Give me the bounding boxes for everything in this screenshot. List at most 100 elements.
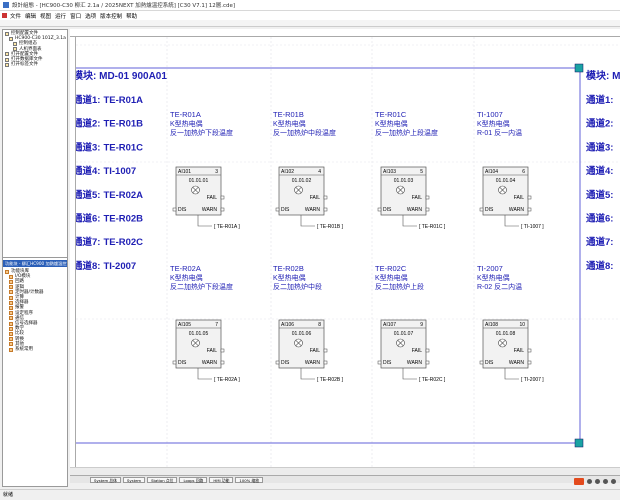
- output-pin[interactable]: [527, 207, 532, 212]
- input-pin[interactable]: [172, 207, 177, 212]
- output-pin[interactable]: [425, 207, 430, 212]
- input-sensor-icon: [294, 338, 303, 348]
- output-pin[interactable]: [527, 348, 532, 353]
- folder-icon: [9, 285, 13, 290]
- block-output-tag: [ TE-R02B ]: [317, 377, 344, 383]
- window-title: 設計組態 - [HC900-C30 柳汇 2.1a / 2025NEXT 加熱爐…: [12, 3, 236, 9]
- ai-function-block[interactable]: TE-R02CK型热电偶反二加热炉上段 AI107 9 01.01.07 FAIL DIS…: [375, 264, 446, 383]
- output-pin[interactable]: [220, 207, 225, 212]
- input-pin[interactable]: [172, 360, 177, 365]
- folder-icon: [9, 311, 13, 316]
- menu-edit[interactable]: 编辑: [25, 12, 36, 20]
- ai-function-block[interactable]: TI-2007K型热电偶R-02 反二内温 AI108 1001.01.08 FAIL…: [477, 264, 544, 383]
- page-handle-top[interactable]: [574, 63, 584, 73]
- block-number: 8: [318, 322, 321, 328]
- right-channel-label: 通道8:: [586, 260, 613, 272]
- output-pin[interactable]: [220, 195, 225, 200]
- block-ai-id: AI102: [281, 169, 294, 175]
- ai-function-block[interactable]: TE-R02AK型热电偶反二加热炉下段温度 AI105 7 01.01.05 FAIL D…: [170, 264, 240, 383]
- ai-function-block[interactable]: TE-R01CK型热电偶反一加热炉上段温度 AI103 5 01.01.03 FAIL D…: [375, 110, 446, 230]
- tab-station[interactable]: Station 点位: [147, 476, 178, 483]
- input-pin[interactable]: [377, 360, 382, 365]
- block-type: K型热电偶: [273, 273, 306, 282]
- ai-function-block[interactable]: TE-R01BK型热电偶反一加热炉中段温度 AI102 4 01.01.02 FAIL D…: [273, 110, 344, 230]
- output-pin[interactable]: [323, 348, 328, 353]
- tab-system[interactable]: System: [122, 476, 146, 483]
- app-icon: [3, 2, 9, 8]
- horizontal-scrollbar[interactable]: [70, 467, 620, 475]
- output-pin[interactable]: [425, 348, 430, 353]
- diagram-canvas[interactable]: 模块: MD-01 900A01 通道1: TE-R01A 通道2: TE-R01B 通…: [76, 37, 620, 467]
- channel-label: 通道5:: [76, 189, 100, 201]
- output-pin[interactable]: [425, 195, 430, 200]
- folder-icon: [9, 326, 13, 331]
- menu-file[interactable]: 文件: [10, 12, 21, 20]
- output-pin[interactable]: [527, 360, 532, 365]
- menu-window[interactable]: 窗口: [70, 12, 81, 20]
- block-output-tag: [ TE-R02C ]: [419, 377, 446, 383]
- status-text: 就绪: [3, 492, 14, 498]
- folder-icon: [9, 300, 13, 305]
- block-fail-pin: FAIL: [412, 348, 423, 354]
- input-pin[interactable]: [479, 207, 484, 212]
- tab-system-overview[interactable]: System 总体: [90, 476, 121, 483]
- block-warn-pin: WARN: [407, 360, 422, 366]
- output-pin[interactable]: [323, 195, 328, 200]
- output-pin[interactable]: [220, 348, 225, 353]
- input-pin[interactable]: [275, 360, 280, 365]
- tray-icon[interactable]: [603, 479, 608, 484]
- input-sensor-icon: [191, 185, 200, 195]
- menu-view[interactable]: 视图: [40, 12, 51, 20]
- folder-icon: [9, 332, 13, 337]
- module-header: 模块: MD-01 900A01: [76, 69, 167, 82]
- tree-item[interactable]: 打开标签文件: [5, 62, 65, 67]
- output-pin[interactable]: [323, 360, 328, 365]
- ai-function-block[interactable]: TE-R01AK型热电偶反一加热炉下段温度 AI101 3 01.01.01 FAIL D…: [170, 110, 240, 230]
- channel-tag: TE-R01C: [103, 142, 143, 153]
- block-output-tag: [ TE-R01A ]: [214, 224, 240, 230]
- input-pin[interactable]: [377, 207, 382, 212]
- right-channel-label: 通道4:: [586, 165, 613, 177]
- menu-run[interactable]: 运行: [55, 12, 66, 20]
- ime-logo-icon[interactable]: [574, 478, 584, 485]
- block-description: R-02 反二内温: [477, 282, 522, 291]
- output-pin[interactable]: [323, 207, 328, 212]
- menu-version[interactable]: 版本控制: [100, 12, 122, 20]
- tab-zoom[interactable]: 100% 缩放: [235, 476, 264, 483]
- output-pin[interactable]: [220, 360, 225, 365]
- function-block-item[interactable]: 系统常用: [5, 347, 65, 352]
- output-wire: [504, 368, 519, 380]
- block-title: TI-1007: [477, 110, 503, 119]
- tab-hmi[interactable]: HMI 功能: [209, 476, 234, 483]
- block-dis-pin: DIS: [281, 360, 290, 366]
- project-tree: 控制配置文件 HC900-C30 101Z_3.1a 控制组态 人机界面表 打开…: [3, 30, 67, 258]
- right-channel-label: 通道6:: [586, 213, 613, 225]
- ai-function-block[interactable]: TI-1007K型热电偶R-01 反一内温 AI104 6 01.01.04 FAIL D…: [477, 110, 544, 230]
- block-address: 01.01.01: [189, 178, 209, 184]
- menu-options[interactable]: 选项: [85, 12, 96, 20]
- input-pin[interactable]: [275, 207, 280, 212]
- block-type: K型热电偶: [477, 273, 510, 282]
- menu-help[interactable]: 帮助: [126, 12, 137, 20]
- folder-icon: [5, 52, 9, 57]
- channel-label: 通道2:: [76, 118, 100, 130]
- ai-function-block[interactable]: TE-R02BK型热电偶反二加热炉中段 AI106 8 01.01.06 FAIL DIS…: [273, 264, 344, 383]
- block-ai-id: AI101: [178, 169, 191, 175]
- right-channel-label: 通道1:: [586, 94, 613, 106]
- folder-icon: [5, 62, 9, 67]
- tray-icon[interactable]: [587, 479, 592, 484]
- page-handle-bottom[interactable]: [574, 438, 584, 448]
- channel-label: 通道6:: [76, 213, 100, 225]
- block-dis-pin: DIS: [178, 360, 187, 366]
- tab-loops[interactable]: Loops 回路: [179, 476, 208, 483]
- output-wire: [402, 215, 417, 227]
- right-channel-label: 通道5:: [586, 189, 613, 201]
- tray-icon[interactable]: [595, 479, 600, 484]
- output-pin[interactable]: [425, 360, 430, 365]
- tray-icon[interactable]: [611, 479, 616, 484]
- output-pin[interactable]: [527, 195, 532, 200]
- input-pin[interactable]: [479, 360, 484, 365]
- app-menu-icon[interactable]: [2, 13, 7, 18]
- block-type: K型热电偶: [375, 119, 408, 128]
- block-warn-pin: WARN: [509, 360, 524, 366]
